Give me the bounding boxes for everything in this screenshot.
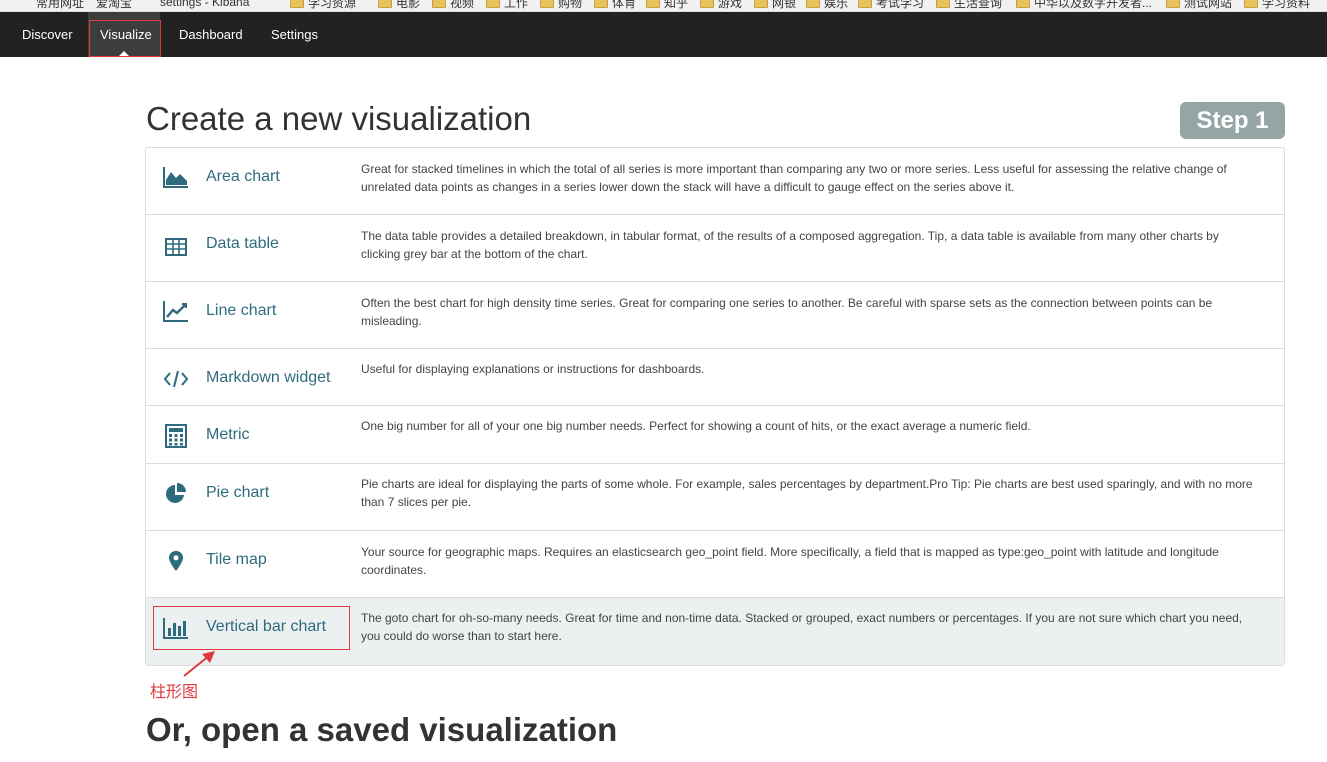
list-item-pie-chart[interactable]: Pie chart Pie charts are ideal for displ…	[146, 464, 1284, 531]
list-item-description: Often the best chart for high density ti…	[361, 296, 1213, 328]
list-item-description: Useful for displaying explanations or in…	[361, 362, 705, 376]
folder-icon	[858, 0, 872, 8]
list-item-label: Area chart	[206, 168, 280, 185]
list-item-label: Data table	[206, 235, 279, 252]
line-chart-icon	[163, 298, 189, 324]
folder-icon	[806, 0, 820, 8]
list-item-data-table[interactable]: Data table The data table provides a det…	[146, 215, 1284, 282]
bookmark-label: 电影	[396, 0, 421, 10]
folder-icon	[646, 0, 660, 8]
bookmark-item[interactable]: 体育	[594, 0, 636, 10]
calculator-icon	[163, 423, 189, 449]
bookmark-label: 娱乐	[824, 0, 849, 10]
folder-icon	[936, 0, 950, 8]
list-item-vertical-bar-chart[interactable]: Vertical bar chart The goto chart for oh…	[146, 598, 1284, 665]
visualization-type-list: Area chart Great for stacked timelines i…	[145, 147, 1285, 666]
area-chart-icon	[163, 164, 189, 190]
folder-icon	[594, 0, 608, 8]
list-item-description: The goto chart for oh-so-many needs. Gre…	[361, 611, 1243, 643]
list-item-description: One big number for all of your one big n…	[361, 419, 1031, 433]
bookmark-item[interactable]: 学习资源	[290, 0, 356, 10]
list-item-label: Metric	[206, 426, 250, 443]
list-item-description: The data table provides a detailed break…	[361, 229, 1219, 261]
folder-icon	[486, 0, 500, 8]
nav-dashboard[interactable]: Dashboard	[167, 12, 253, 57]
list-item-label: Markdown widget	[206, 369, 331, 386]
bookmark-item[interactable]: 知乎	[646, 0, 688, 10]
bookmark-item[interactable]: 爱淘宝	[96, 0, 132, 10]
section-title: Or, open a saved visualization	[146, 711, 618, 748]
list-item-description: Your source for geographic maps. Require…	[361, 545, 1219, 577]
bookmark-label: 中华以及数字开发者...	[1034, 0, 1153, 10]
bookmark-label: 常用网址	[36, 0, 85, 10]
folder-icon	[1244, 0, 1258, 8]
list-item-label: Pie chart	[206, 484, 270, 501]
bookmarks-bar: 常用网址 爱淘宝 settings - Kibana 学习资源 电影 视频 工作…	[0, 0, 1327, 12]
bookmark-item[interactable]: 生活查询	[936, 0, 1002, 10]
list-item-metric[interactable]: Metric One big number for all of your on…	[146, 406, 1284, 464]
folder-icon	[290, 0, 304, 8]
bookmark-label: 测试网站	[1184, 0, 1233, 10]
bookmark-item[interactable]: 游戏	[700, 0, 742, 10]
bookmark-item[interactable]: 测试网站	[1166, 0, 1232, 10]
bookmark-label: 知乎	[664, 0, 689, 10]
arrow-icon	[183, 651, 215, 677]
bookmark-item[interactable]: 中华以及数字开发者...	[1016, 0, 1152, 10]
list-item-label: Line chart	[206, 302, 277, 319]
bookmark-label: 体育	[612, 0, 637, 10]
bookmark-label: 学习资源	[308, 0, 357, 10]
folder-icon	[754, 0, 768, 8]
bookmark-item[interactable]: 购物	[540, 0, 582, 10]
table-icon	[163, 234, 189, 260]
bookmark-label: 购物	[558, 0, 583, 10]
code-icon	[163, 366, 189, 392]
top-navbar: Discover Visualize Dashboard Settings	[0, 12, 1327, 57]
nav-settings[interactable]: Settings	[259, 12, 327, 57]
bookmark-label: 视频	[450, 0, 475, 10]
folder-icon	[540, 0, 554, 8]
folder-icon	[432, 0, 446, 8]
bookmark-label: settings - Kibana	[160, 0, 250, 9]
bookmark-label: 考试学习	[876, 0, 925, 10]
step-badge: Step 1	[1180, 102, 1285, 139]
nav-visualize[interactable]: Visualize	[88, 12, 160, 57]
list-item-label: Vertical bar chart	[206, 618, 327, 635]
bookmark-label: 生活查询	[954, 0, 1003, 10]
bookmark-item[interactable]: 视频	[432, 0, 474, 10]
bookmark-item[interactable]: 网银	[754, 0, 796, 10]
folder-icon	[378, 0, 392, 8]
bookmark-item[interactable]: 电影	[378, 0, 420, 10]
bookmark-item[interactable]: 学习资料	[1244, 0, 1310, 10]
bookmark-item[interactable]: settings - Kibana	[160, 0, 249, 10]
folder-icon	[1016, 0, 1030, 8]
bookmark-label: 游戏	[718, 0, 743, 10]
folder-icon	[1166, 0, 1180, 8]
bookmark-label: 工作	[504, 0, 529, 10]
bookmark-label: 学习资料	[1262, 0, 1311, 10]
annotation-label: 柱形图	[150, 682, 199, 701]
list-item-area-chart[interactable]: Area chart Great for stacked timelines i…	[146, 148, 1284, 215]
page-title: Create a new visualization	[146, 100, 532, 137]
list-item-description: Great for stacked timelines in which the…	[361, 162, 1227, 194]
map-marker-icon	[163, 548, 189, 574]
list-item-markdown-widget[interactable]: Markdown widget Useful for displaying ex…	[146, 349, 1284, 406]
list-item-line-chart[interactable]: Line chart Often the best chart for high…	[146, 282, 1284, 349]
nav-discover[interactable]: Discover	[10, 12, 82, 57]
list-item-tile-map[interactable]: Tile map Your source for geographic maps…	[146, 531, 1284, 598]
bookmark-label: 爱淘宝	[96, 0, 133, 10]
folder-icon	[700, 0, 714, 8]
bookmark-item[interactable]: 常用网址	[36, 0, 84, 10]
bar-chart-icon	[163, 615, 189, 641]
list-item-label: Tile map	[206, 551, 267, 568]
bookmark-label: 网银	[772, 0, 797, 10]
pie-chart-icon	[163, 481, 189, 507]
bookmark-item[interactable]: 娱乐	[806, 0, 848, 10]
list-item-description: Pie charts are ideal for displaying the …	[361, 477, 1253, 509]
bookmark-item[interactable]: 考试学习	[858, 0, 924, 10]
bookmark-item[interactable]: 工作	[486, 0, 528, 10]
